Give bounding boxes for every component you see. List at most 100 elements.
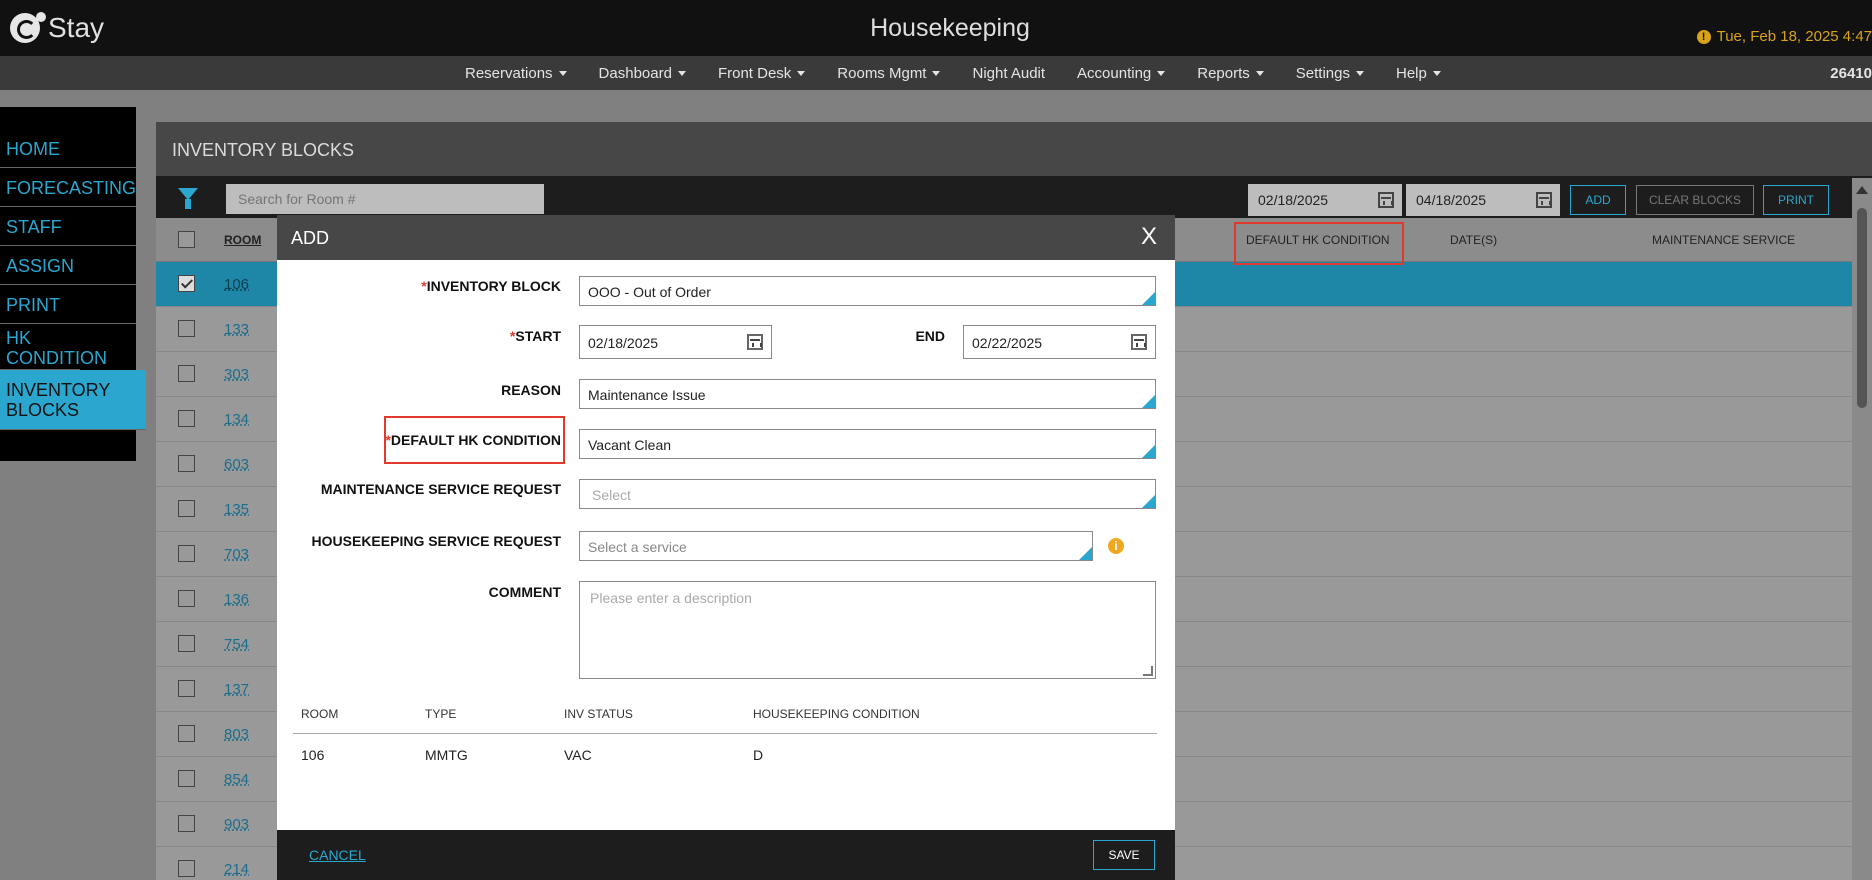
dropdown-corner-icon: [1142, 395, 1155, 408]
td-inv-status: VAC: [564, 747, 592, 763]
row-checkbox[interactable]: [178, 860, 195, 877]
caret-down-icon: [1157, 71, 1166, 77]
comment-textarea[interactable]: Please enter a description: [579, 581, 1156, 679]
col-dates[interactable]: DATE(S): [1450, 233, 1497, 247]
add-button[interactable]: ADD: [1570, 185, 1626, 215]
room-link[interactable]: 754: [224, 636, 249, 653]
sidebar-item-hk-condition[interactable]: HK CONDITION: [0, 324, 107, 370]
sidebar-item-staff[interactable]: STAFF: [0, 207, 136, 246]
clear-blocks-button[interactable]: CLEAR BLOCKS: [1636, 185, 1754, 215]
row-checkbox[interactable]: [178, 815, 195, 832]
calendar-icon[interactable]: [1536, 192, 1552, 208]
col-maintenance-service[interactable]: MAINTENANCE SERVICE: [1652, 233, 1795, 247]
sidebar-item-print[interactable]: PRINT: [0, 285, 136, 324]
inventory-block-label: *INVENTORY BLOCK: [337, 278, 561, 294]
caret-down-icon: [1255, 71, 1264, 77]
highlight-default-hk-header: [1234, 222, 1404, 265]
row-checkbox[interactable]: [178, 725, 195, 742]
room-link[interactable]: 903: [224, 816, 249, 833]
nav-label: Front Desk: [717, 64, 792, 82]
reason-select[interactable]: Maintenance Issue: [579, 379, 1156, 409]
row-checkbox[interactable]: [178, 590, 195, 607]
scroll-up-icon[interactable]: [1856, 186, 1868, 194]
print-button[interactable]: PRINT: [1763, 185, 1829, 215]
row-checkbox[interactable]: [178, 635, 195, 652]
nav-accounting[interactable]: Accounting: [1077, 65, 1166, 82]
label-text: START: [515, 328, 561, 344]
select-all-checkbox[interactable]: [178, 231, 195, 248]
page-scrollbar[interactable]: [1852, 178, 1872, 880]
row-checkbox[interactable]: [178, 680, 195, 697]
room-link[interactable]: 135: [224, 501, 249, 518]
sidebar-item-assign[interactable]: ASSIGN: [0, 246, 136, 285]
inventory-block-value: OOO - Out of Order: [588, 284, 711, 300]
resize-handle-icon[interactable]: [1143, 666, 1153, 676]
room-link[interactable]: 603: [224, 456, 249, 473]
default-hk-condition-select[interactable]: Vacant Clean: [579, 429, 1156, 459]
date-to-field[interactable]: 04/18/2025: [1406, 184, 1560, 216]
dropdown-corner-icon: [1079, 547, 1092, 560]
calendar-icon[interactable]: [1131, 334, 1147, 350]
housekeeping-request-placeholder: Select a service: [588, 539, 687, 555]
nav-dashboard[interactable]: Dashboard: [599, 65, 686, 82]
calendar-icon[interactable]: [747, 334, 763, 350]
row-checkbox[interactable]: [178, 500, 195, 517]
row-checkbox[interactable]: [178, 320, 195, 337]
add-block-modal: ADD X *INVENTORY BLOCK OOO - Out of Orde…: [277, 215, 1175, 880]
row-checkbox[interactable]: [178, 770, 195, 787]
row-checkbox[interactable]: [178, 455, 195, 472]
start-date-field[interactable]: 02/18/2025: [579, 325, 772, 359]
calendar-icon[interactable]: [1378, 192, 1394, 208]
end-date-field[interactable]: 02/22/2025: [963, 325, 1156, 359]
room-link[interactable]: 136: [224, 591, 249, 608]
room-link[interactable]: 134: [224, 411, 249, 428]
nav-reports[interactable]: Reports: [1197, 65, 1264, 82]
room-link[interactable]: 303: [224, 366, 249, 383]
room-link[interactable]: 803: [224, 726, 249, 743]
room-link[interactable]: 214: [224, 861, 249, 878]
room-search-input[interactable]: [226, 184, 544, 214]
info-icon[interactable]: i: [1108, 538, 1124, 554]
inventory-block-select[interactable]: OOO - Out of Order: [579, 276, 1156, 306]
sidebar-item-forecasting[interactable]: FORECASTING: [0, 168, 136, 207]
filter-icon[interactable]: [178, 188, 198, 209]
property-code: 26410: [1830, 65, 1872, 82]
row-checkbox[interactable]: [178, 365, 195, 382]
td-housekeeping-condition: D: [753, 747, 764, 763]
room-link[interactable]: 133: [224, 321, 249, 338]
table-divider: [293, 733, 1157, 734]
save-button[interactable]: SAVE: [1093, 840, 1155, 870]
row-checkbox[interactable]: [178, 545, 195, 562]
room-link[interactable]: 703: [224, 546, 249, 563]
cancel-button[interactable]: CANCEL: [309, 847, 366, 863]
datetime-text: Tue, Feb 18, 2025 4:47: [1716, 28, 1872, 45]
room-link[interactable]: 137: [224, 681, 249, 698]
nav-label: Reservations: [465, 64, 553, 82]
date-from-field[interactable]: 02/18/2025: [1248, 184, 1402, 216]
nav-help[interactable]: Help: [1396, 65, 1441, 82]
row-checkbox[interactable]: [178, 410, 195, 427]
scroll-thumb[interactable]: [1857, 208, 1867, 408]
sidebar-item-inventory-blocks[interactable]: INVENTORY BLOCKS: [0, 370, 146, 430]
housekeeping-service-request-select[interactable]: Select a service: [579, 531, 1093, 561]
nav-label: Dashboard: [598, 64, 672, 82]
room-link[interactable]: 106: [224, 276, 249, 293]
nav-settings[interactable]: Settings: [1296, 65, 1364, 82]
col-room[interactable]: ROOM: [224, 233, 261, 247]
nav-night-audit[interactable]: Night Audit: [972, 65, 1045, 82]
room-link[interactable]: 854: [224, 771, 249, 788]
default-hk-condition-value: Vacant Clean: [588, 437, 672, 453]
sidebar: HOME FORECASTING STAFF ASSIGN PRINT HK C…: [0, 107, 146, 461]
nav-reservations[interactable]: Reservations: [465, 65, 567, 82]
nav-front-desk[interactable]: Front Desk: [717, 64, 806, 82]
warning-icon[interactable]: !: [1696, 29, 1711, 44]
nav-label: Reports: [1197, 64, 1250, 82]
sidebar-item-home[interactable]: HOME: [0, 129, 136, 168]
caret-down-icon: [1355, 71, 1364, 77]
modal-header: ADD X: [277, 215, 1175, 260]
nav-rooms-mgmt[interactable]: Rooms Mgmt: [837, 65, 941, 82]
maintenance-service-request-select[interactable]: Select: [579, 479, 1156, 509]
row-checkbox[interactable]: [178, 275, 195, 292]
close-icon[interactable]: X: [1141, 223, 1157, 251]
caret-down-icon: [1432, 71, 1441, 77]
